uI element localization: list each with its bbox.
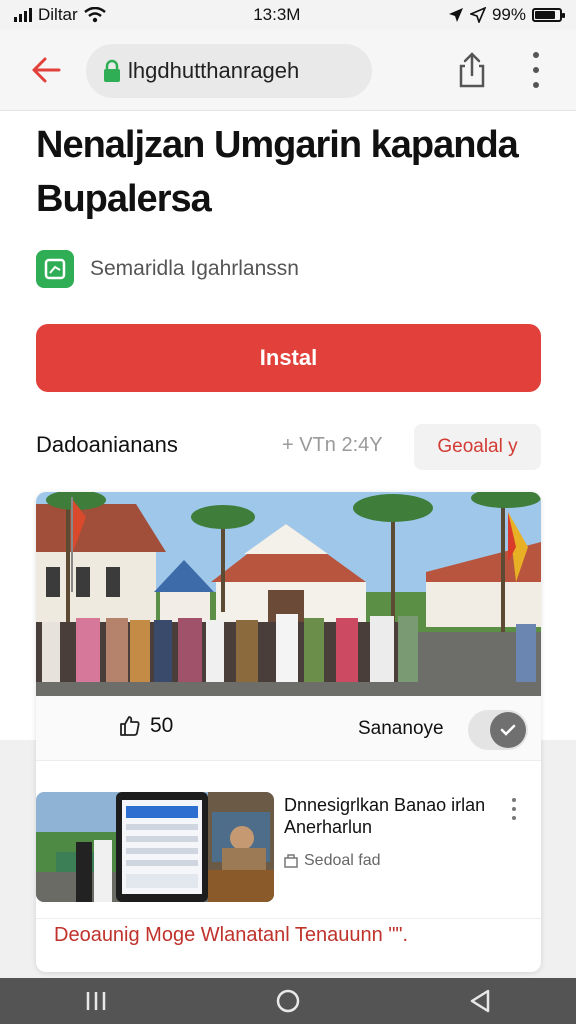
- location-icon: [448, 8, 463, 22]
- article-headline: Nenaljzan Umgarin kapanda Bupalersa: [36, 124, 519, 220]
- battery-percent: 99%: [491, 5, 526, 24]
- share-button[interactable]: [452, 50, 492, 90]
- news-title: Dnnesigrlkan Banao irlan Anerharlun: [284, 795, 486, 837]
- card-divider: [36, 918, 541, 919]
- home-icon: [276, 989, 300, 1013]
- section-meta: + VTn 2:4Y: [282, 434, 383, 456]
- navigation-icon: [469, 7, 486, 23]
- share-icon: [459, 52, 485, 88]
- save-toggle[interactable]: [468, 710, 528, 750]
- battery-icon: [531, 8, 565, 22]
- carrier-label: Diltar: [38, 5, 78, 24]
- wifi-icon: [83, 7, 106, 23]
- thumbs-up-icon: [120, 716, 140, 736]
- back-button[interactable]: [28, 52, 64, 88]
- app-name: Semaridla Igahrlanssn: [90, 257, 299, 280]
- section-header: Dadoanianans + VTn 2:4Y Geoalal y: [36, 424, 541, 470]
- section-action-button[interactable]: Geoalal y: [414, 424, 541, 470]
- news-photo[interactable]: [36, 492, 541, 696]
- install-button[interactable]: Instal: [36, 324, 541, 392]
- like-button[interactable]: 50: [118, 714, 173, 738]
- back-arrow-icon: [32, 57, 61, 83]
- more-vertical-icon: [533, 52, 539, 58]
- app-icon: [36, 250, 74, 288]
- recents-button[interactable]: [76, 981, 116, 1021]
- url-text: lhgdhutthanrageh: [128, 58, 300, 83]
- more-vertical-icon: [512, 798, 516, 802]
- news-source-label: Sedoal fad: [304, 852, 381, 869]
- back-triangle-icon: [470, 989, 490, 1013]
- address-bar[interactable]: lhgdhutthanrageh: [86, 44, 372, 98]
- browser-toolbar: lhgdhutthanrageh: [0, 30, 576, 111]
- system-nav-bar: [0, 978, 576, 1024]
- lock-icon: [104, 59, 120, 82]
- recents-icon: [86, 992, 106, 1010]
- status-bar: Diltar 13:3M 99%: [0, 0, 576, 30]
- news-thumbnail: [36, 792, 274, 902]
- news-more-button[interactable]: [508, 798, 520, 820]
- card-actions: 50 Sananoye: [36, 696, 541, 761]
- news-card: 50 Sananoye Dnnesigrlkan Banao irlan Ane…: [36, 492, 541, 972]
- like-count: 50: [150, 714, 174, 737]
- battery-fill: [534, 11, 556, 19]
- related-news-item[interactable]: Dnnesigrlkan Banao irlan Anerharlun Sedo…: [36, 792, 541, 902]
- save-label: Sananoye: [358, 718, 444, 739]
- news-source: Sedoal fad: [284, 852, 381, 870]
- home-button[interactable]: [268, 981, 308, 1021]
- clock: 13:3M: [253, 5, 301, 24]
- check-icon: [490, 712, 526, 748]
- signal-icon: [14, 8, 32, 22]
- source-icon: [284, 854, 298, 868]
- nav-back-button[interactable]: [460, 981, 500, 1021]
- news-link[interactable]: Deoaunig Moge Wlanatanl Tenauunn "".: [54, 924, 408, 947]
- app-row[interactable]: Semaridla Igahrlanssn: [36, 250, 299, 288]
- section-title: Dadoanianans: [36, 432, 178, 457]
- more-menu-button[interactable]: [524, 52, 548, 88]
